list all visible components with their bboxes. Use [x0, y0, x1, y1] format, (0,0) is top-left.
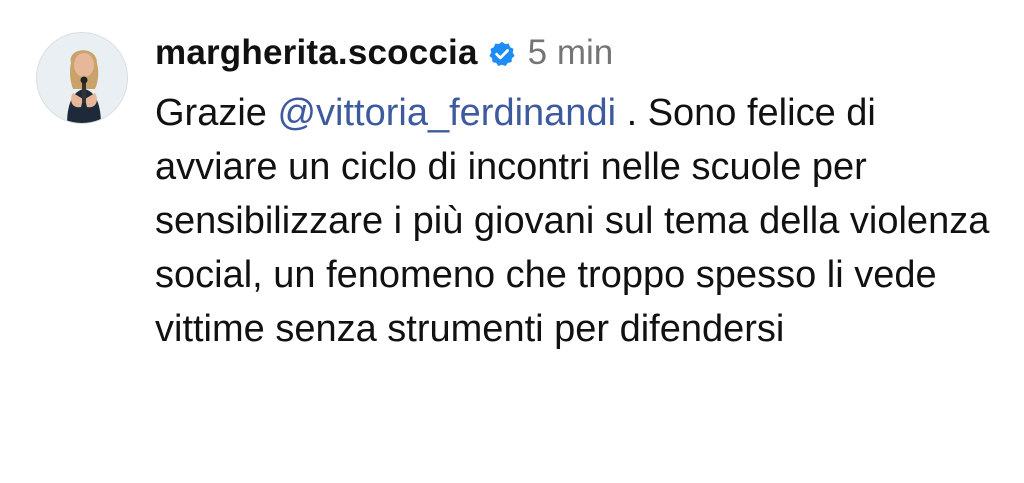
- avatar[interactable]: [36, 32, 128, 124]
- comment-text: Grazie @vittoria_ferdinandi . Sono felic…: [155, 86, 995, 356]
- comment: margherita.scoccia 5 min Grazie @vittori…: [0, 0, 1024, 483]
- verified-badge-icon: [488, 40, 516, 68]
- comment-header: margherita.scoccia 5 min: [155, 26, 995, 80]
- comment-text-start: Grazie: [155, 92, 278, 134]
- username[interactable]: margherita.scoccia: [155, 33, 478, 73]
- comment-content: margherita.scoccia 5 min Grazie @vittori…: [155, 26, 995, 356]
- timestamp: 5 min: [527, 33, 614, 72]
- mention-link[interactable]: @vittoria_ferdinandi: [277, 92, 616, 134]
- avatar-image: [37, 33, 127, 123]
